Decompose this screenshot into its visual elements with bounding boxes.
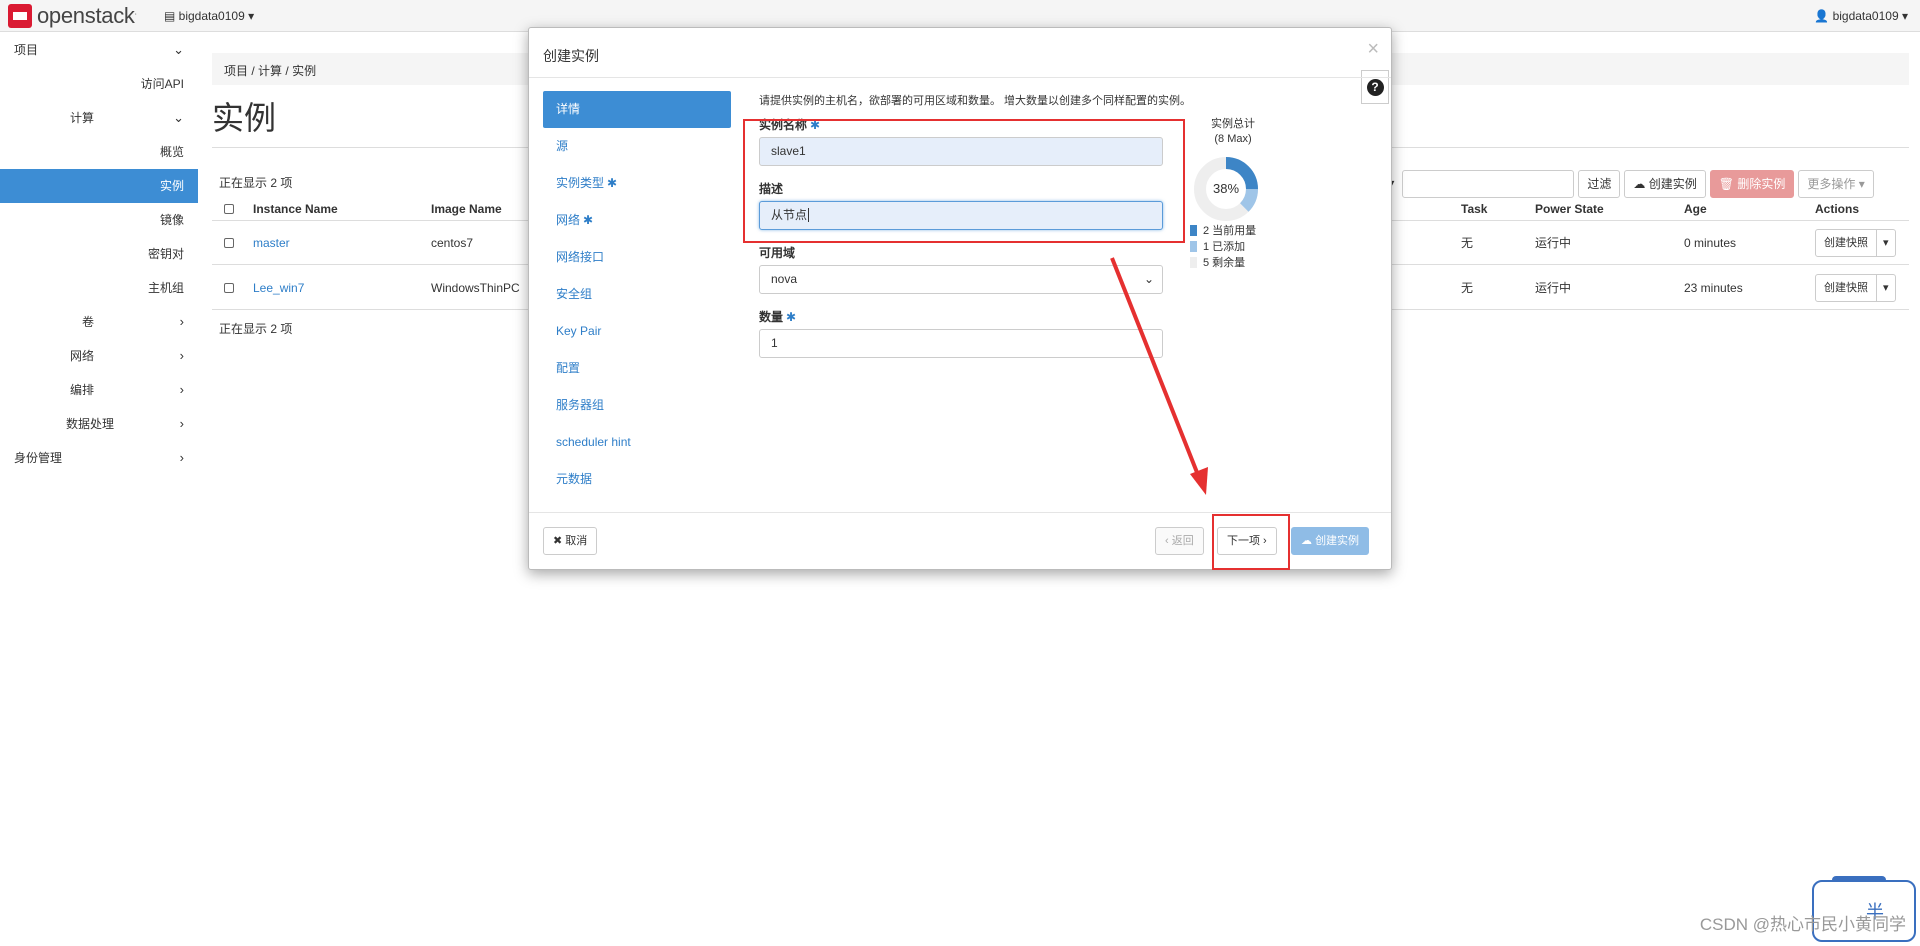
chevron-left-icon: ‹: [1165, 535, 1172, 547]
quota-max: (8 Max): [1214, 133, 1252, 145]
wizard-step-security-groups[interactable]: 安全组: [543, 276, 731, 313]
wizard-intro-text: 请提供实例的主机名，欲部署的可用区域和数量。 增大数量以创建多个同样配置的实例。: [759, 95, 1192, 107]
highlight-box-annotation: [743, 119, 1185, 243]
wizard-step-metadata[interactable]: 元数据: [543, 461, 731, 498]
wizard-nav: 详情 源 实例类型 ✱ 网络 ✱ 网络接口 安全组 Key Pair 配置 服务器组…: [543, 91, 731, 498]
modal-footer-divider: [529, 512, 1391, 513]
required-asterisk-icon: ✱: [786, 310, 797, 324]
cloud-upload-icon: ☁: [1301, 535, 1316, 547]
wizard-step-key-pair[interactable]: Key Pair: [543, 313, 731, 350]
wizard-step-networks[interactable]: 网络 ✱: [543, 202, 731, 239]
wizard-step-scheduler-hints[interactable]: scheduler hint: [543, 424, 731, 461]
modal-title: 创建实例: [543, 48, 599, 64]
cancel-button[interactable]: ✖ 取消: [543, 527, 598, 555]
back-button[interactable]: ‹ 返回: [1155, 527, 1204, 555]
legend-swatch-used: [1190, 224, 1197, 236]
launch-instance-modal: 创建实例 × ? 详情 源 实例类型 ✱ 网络 ✱ 网络接口 安全组 Key Pai…: [528, 27, 1392, 570]
wizard-step-flavor[interactable]: 实例类型 ✱: [543, 165, 731, 202]
required-asterisk-icon: ✱: [583, 213, 594, 227]
wizard-step-configuration[interactable]: 配置: [543, 350, 731, 387]
arrow-annotation-icon: [1110, 257, 1208, 495]
help-button[interactable]: ?: [1361, 70, 1389, 104]
wizard-step-network-ports[interactable]: 网络接口: [543, 239, 731, 276]
question-icon: ?: [1366, 78, 1384, 96]
legend-used: 2 当前用量: [1190, 222, 1256, 238]
wizard-step-source[interactable]: 源: [543, 128, 731, 165]
modal-header-divider: [529, 77, 1391, 78]
quota-percent-label: 38%: [1212, 181, 1240, 196]
instance-quota: 实例总计 (8 Max): [1191, 117, 1275, 147]
count-label: 数量 ✱: [759, 310, 797, 324]
quota-title: 实例总计: [1211, 118, 1255, 130]
close-icon[interactable]: ×: [1367, 38, 1379, 61]
required-asterisk-icon: ✱: [607, 176, 618, 190]
wizard-step-details[interactable]: 详情: [543, 91, 731, 128]
highlight-box-annotation: [1212, 514, 1290, 570]
close-icon: ✖: [553, 535, 566, 547]
csdn-watermark: CSDN @热心市民小黄同学: [1699, 915, 1906, 934]
availability-zone-label: 可用域: [759, 246, 796, 260]
wizard-step-server-groups[interactable]: 服务器组: [543, 387, 731, 424]
launch-instance-submit-button[interactable]: ☁ 创建实例: [1291, 527, 1370, 555]
